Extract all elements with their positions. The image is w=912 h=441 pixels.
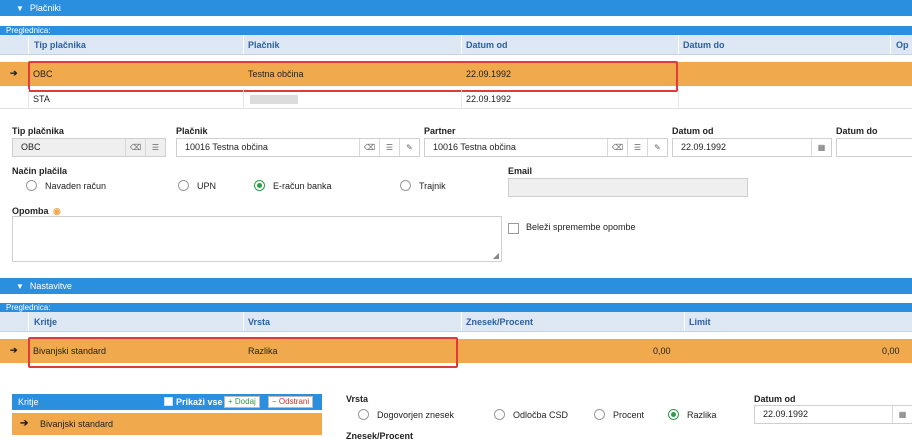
list-icon[interactable]: ☰ <box>627 139 647 156</box>
row-pointer-icon: ➔ <box>10 68 18 78</box>
radio-odlocba-csd[interactable]: Odločba CSD <box>494 409 568 420</box>
tip-placnika-field[interactable]: OBC ⌫ ☰ <box>12 138 166 157</box>
radio-dogovorjen-znesek[interactable]: Dogovorjen znesek <box>358 409 454 420</box>
edit-icon[interactable]: ✎ <box>647 139 667 156</box>
section-header-nastavitve[interactable]: ▼ Nastavitve <box>0 278 912 294</box>
cell-datum-od: 22.09.1992 <box>466 94 512 104</box>
col-header-placnik[interactable]: Plačnik <box>248 35 280 55</box>
placnik-label: Plačnik <box>176 126 208 136</box>
detail-datum-od-field[interactable]: 22.09.1992 ▦ <box>754 405 912 424</box>
list-item[interactable]: ➔ Bivanjski standard <box>12 413 322 435</box>
vrsta-label: Vrsta <box>346 394 369 404</box>
cell-znesek: 0,00 <box>653 346 671 356</box>
radio-upn[interactable]: UPN <box>178 180 216 191</box>
nacin-placila-label: Način plačila <box>12 166 68 176</box>
col-header-vrsta[interactable]: Vrsta <box>248 312 270 332</box>
calendar-icon[interactable]: ▦ <box>811 139 831 156</box>
radio-navaden-racun[interactable]: Navaden račun <box>26 180 106 191</box>
radio-circle <box>26 180 37 191</box>
radio-razlika[interactable]: Razlika <box>668 409 717 420</box>
cell-limit: 0,00 <box>882 346 900 356</box>
grid-label: Preglednica: <box>0 303 912 312</box>
section-title: Plačniki <box>29 3 61 13</box>
highlight-box <box>28 337 458 368</box>
resize-handle-icon[interactable]: ◢ <box>493 251 499 260</box>
tip-placnika-label: Tip plačnika <box>12 126 64 136</box>
datum-od-label: Datum od <box>672 126 714 136</box>
detail-datum-od-label: Datum od <box>754 394 796 404</box>
email-label: Email <box>508 166 533 176</box>
opomba-textarea[interactable]: ◢ <box>12 216 502 262</box>
chevron-down-icon: ▼ <box>16 281 24 291</box>
email-field[interactable] <box>508 178 748 197</box>
clear-icon[interactable]: ⌫ <box>125 139 145 156</box>
col-header-kritje[interactable]: Kritje <box>34 312 57 332</box>
belezi-label: Beleži spremembe opombe <box>526 222 636 232</box>
eye-icon[interactable]: ◉ <box>53 206 61 216</box>
col-header-op[interactable]: Op <box>896 35 909 55</box>
partner-label: Partner <box>424 126 456 136</box>
datum-do-field[interactable] <box>836 138 912 157</box>
radio-circle <box>400 180 411 191</box>
radio-trajnik[interactable]: Trajnik <box>400 180 446 191</box>
radio-circle-checked <box>254 180 265 191</box>
odstrani-button[interactable]: − Odstrani <box>268 396 314 408</box>
list-icon[interactable]: ☰ <box>145 139 165 156</box>
section-title: Nastavitve <box>29 281 72 291</box>
list-item-label: Bivanjski standard <box>40 419 114 429</box>
col-header-datum-od[interactable]: Datum od <box>466 35 508 55</box>
radio-circle <box>358 409 369 420</box>
calendar-icon[interactable]: ▦ <box>892 406 912 423</box>
row-pointer-icon: ➔ <box>20 418 29 429</box>
table-row[interactable]: STA 22.09.1992 <box>0 89 912 109</box>
clear-icon[interactable]: ⌫ <box>359 139 379 156</box>
col-header-tip[interactable]: Tip plačnika <box>34 35 86 55</box>
prikazi-vse-checkbox[interactable] <box>164 397 173 406</box>
redacted-cell <box>250 95 298 104</box>
radio-procent[interactable]: Procent <box>594 409 644 420</box>
section-header-placniki[interactable]: ▼ Plačniki <box>0 0 912 16</box>
radio-circle <box>178 180 189 191</box>
datum-od-field[interactable]: 22.09.1992 ▦ <box>672 138 832 157</box>
col-header-znesek[interactable]: Znesek/Procent <box>466 312 533 332</box>
highlight-box <box>28 61 678 92</box>
grid-header: Kritje Vrsta Znesek/Procent Limit <box>0 312 912 332</box>
col-header-datum-do[interactable]: Datum do <box>683 35 725 55</box>
chevron-down-icon: ▼ <box>16 3 24 13</box>
grid-header: Tip plačnika Plačnik Datum od Datum do O… <box>0 35 912 55</box>
radio-e-racun-banka[interactable]: E-račun banka <box>254 180 332 191</box>
kritje-panel-title: Kritje <box>18 397 39 407</box>
list-icon[interactable]: ☰ <box>379 139 399 156</box>
radio-circle <box>494 409 505 420</box>
edit-icon[interactable]: ✎ <box>399 139 419 156</box>
clear-icon[interactable]: ⌫ <box>607 139 627 156</box>
radio-circle-checked <box>668 409 679 420</box>
partner-field[interactable]: 10016 Testna občina ⌫ ☰ ✎ <box>424 138 668 157</box>
row-pointer-icon: ➔ <box>10 345 18 355</box>
prikazi-vse-label: Prikaži vse <box>176 397 223 407</box>
placnik-field[interactable]: 10016 Testna občina ⌫ ☰ ✎ <box>176 138 420 157</box>
datum-do-label: Datum do <box>836 126 878 136</box>
cell-tip: STA <box>33 94 50 104</box>
radio-circle <box>594 409 605 420</box>
belezi-checkbox[interactable] <box>508 223 519 234</box>
col-header-limit[interactable]: Limit <box>689 312 711 332</box>
dodaj-button[interactable]: + Dodaj <box>224 396 260 408</box>
grid-label: Preglednica: <box>0 26 912 35</box>
kritje-panel-header: Kritje Prikaži vse + Dodaj − Odstrani <box>12 394 322 410</box>
